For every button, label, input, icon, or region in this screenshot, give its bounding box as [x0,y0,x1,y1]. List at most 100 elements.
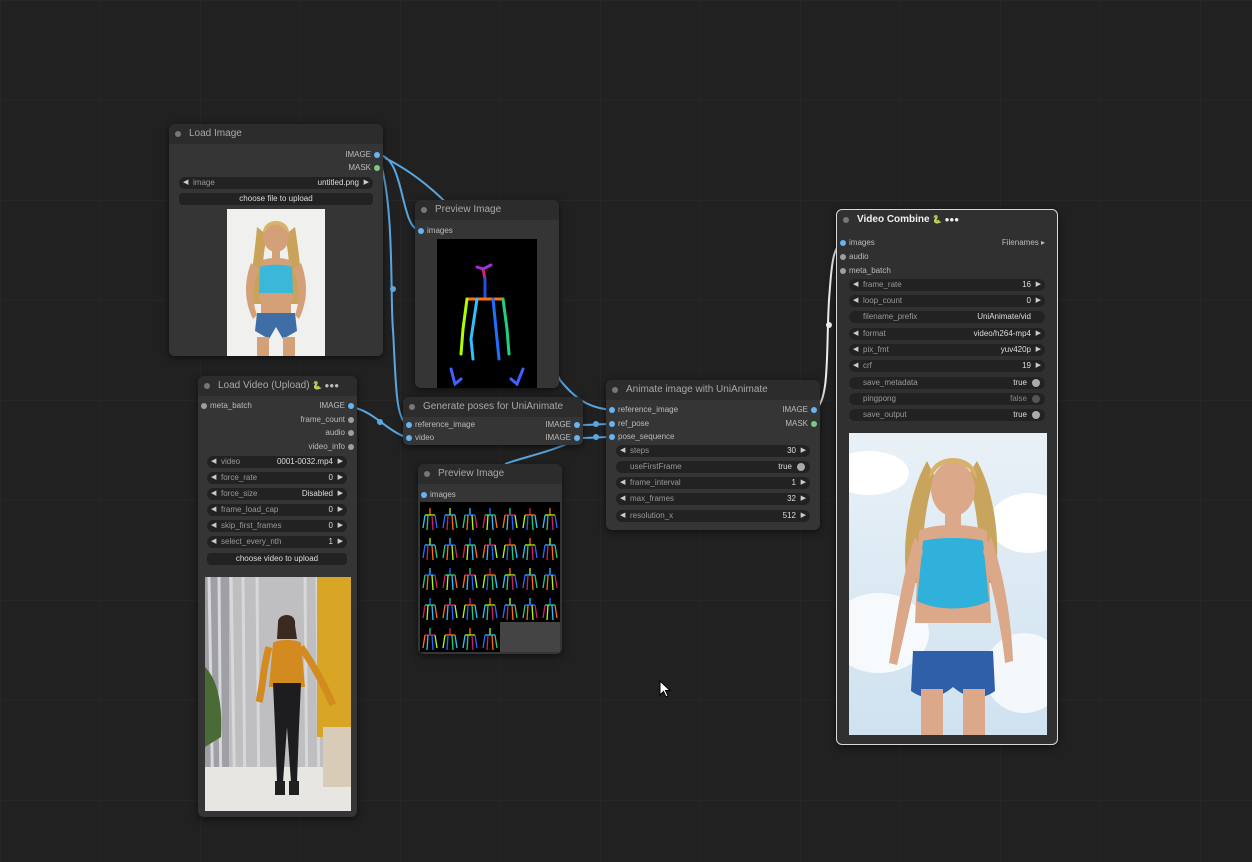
skip-first-frames-widget[interactable]: ◀ skip_first_frames 0 ▶ [207,520,347,532]
node-title[interactable]: Load Video (Upload) 🐍 ●●● [198,376,357,396]
input-meta-batch[interactable]: meta_batch [837,265,891,277]
input-images[interactable]: images [837,237,875,249]
collapse-dot[interactable] [421,207,427,213]
right-arrow-icon[interactable]: ▶ [801,493,806,505]
crf-widget[interactable]: ◀ crf 19 ▶ [849,360,1045,372]
left-arrow-icon[interactable]: ◀ [211,504,216,516]
input-pose-sequence[interactable]: pose_sequence [606,431,675,443]
upload-video-button[interactable]: choose video to upload [207,553,347,565]
input-images[interactable]: images [418,489,456,501]
right-arrow-icon[interactable]: ▶ [1036,328,1041,340]
output-socket[interactable] [374,165,380,171]
right-arrow-icon[interactable]: ▶ [1036,279,1041,291]
frame-interval-widget[interactable]: ◀ frame_interval 1 ▶ [616,477,810,489]
right-arrow-icon[interactable]: ▶ [1036,360,1041,372]
input-socket[interactable] [418,228,424,234]
save-output-toggle[interactable]: save_output true [849,409,1045,421]
collapse-dot[interactable] [843,217,849,223]
image-combo[interactable]: ◀ image untitled.png ▶ [179,177,373,189]
output-socket[interactable] [574,422,580,428]
input-socket[interactable] [609,434,615,440]
left-arrow-icon[interactable]: ◀ [211,488,216,500]
output-audio[interactable]: audio [325,427,357,439]
input-socket[interactable] [609,407,615,413]
pingpong-toggle[interactable]: pingpong false [849,393,1045,405]
output-filenames[interactable]: Filenames ▸ [1002,237,1057,249]
force-rate-widget[interactable]: ◀ force_rate 0 ▶ [207,472,347,484]
input-ref-pose[interactable]: ref_pose [606,418,649,430]
left-arrow-icon[interactable]: ◀ [211,536,216,548]
right-arrow-icon[interactable]: ▶ [338,456,343,468]
collapse-dot[interactable] [409,404,415,410]
animate-node[interactable]: Animate image with UniAnimate reference_… [606,380,820,530]
input-reference-image[interactable]: reference_image [403,419,475,431]
input-socket[interactable] [840,240,846,246]
node-title[interactable]: Preview Image [418,464,562,484]
node-title[interactable]: Animate image with UniAnimate [606,380,820,400]
output-socket[interactable] [348,403,354,409]
preview-image-node-pose[interactable]: Preview Image images [415,200,559,388]
loop-count-widget[interactable]: ◀ loop_count 0 ▶ [849,295,1045,307]
input-video[interactable]: video [403,432,434,444]
steps-widget[interactable]: ◀ steps 30 ▶ [616,445,810,457]
preview-image-node-sequence[interactable]: Preview Image images [418,464,562,654]
toggle-knob-icon[interactable] [797,463,805,471]
generate-poses-node[interactable]: Generate poses for UniAnimate reference_… [403,397,583,445]
format-combo[interactable]: ◀ format video/h264-mp4 ▶ [849,328,1045,340]
output-socket[interactable] [374,152,380,158]
input-reference-image[interactable]: reference_image [606,404,678,416]
right-arrow-icon[interactable]: ▶ [338,472,343,484]
collapse-dot[interactable] [612,387,618,393]
collapse-dot[interactable] [424,471,430,477]
collapse-dot[interactable] [204,383,210,389]
resolution-x-widget[interactable]: ◀ resolution_x 512 ▶ [616,510,810,522]
save-metadata-toggle[interactable]: save_metadata true [849,377,1045,389]
right-arrow-icon[interactable]: ▶ [1036,295,1041,307]
left-arrow-icon[interactable]: ◀ [853,279,858,291]
right-arrow-icon[interactable]: ▶ [801,477,806,489]
output-socket[interactable] [348,444,354,450]
select-every-nth-widget[interactable]: ◀ select_every_nth 1 ▶ [207,536,347,548]
right-arrow-icon[interactable]: ▶ [364,177,369,189]
frame-rate-widget[interactable]: ◀ frame_rate 16 ▶ [849,279,1045,291]
filename-prefix-field[interactable]: filename_prefix UniAnimate/vid [849,311,1045,323]
output-pose-image[interactable]: IMAGE [545,419,583,431]
collapse-dot[interactable] [175,131,181,137]
input-socket[interactable] [609,421,615,427]
left-arrow-icon[interactable]: ◀ [620,510,625,522]
input-socket[interactable] [406,435,412,441]
input-socket[interactable] [201,403,207,409]
input-socket[interactable] [421,492,427,498]
right-arrow-icon[interactable]: ▶ [801,510,806,522]
output-mask[interactable]: MASK [785,418,820,430]
input-images[interactable]: images [415,225,453,237]
force-size-widget[interactable]: ◀ force_size Disabled ▶ [207,488,347,500]
output-mask[interactable]: MASK [348,162,383,174]
node-title[interactable]: Generate poses for UniAnimate [403,397,583,417]
output-socket[interactable] [811,421,817,427]
left-arrow-icon[interactable]: ◀ [211,520,216,532]
output-socket[interactable] [574,435,580,441]
node-title[interactable]: Video Combine 🐍 ●●● [837,210,1057,230]
output-frame-count[interactable]: frame_count [301,414,357,426]
output-socket[interactable] [348,430,354,436]
input-socket[interactable] [406,422,412,428]
output-pose-sequence[interactable]: IMAGE [545,432,583,444]
output-image[interactable]: IMAGE [319,400,357,412]
left-arrow-icon[interactable]: ◀ [853,295,858,307]
max-frames-widget[interactable]: ◀ max_frames 32 ▶ [616,493,810,505]
right-arrow-icon[interactable]: ▶ [1036,344,1041,356]
input-socket[interactable] [840,254,846,260]
left-arrow-icon[interactable]: ◀ [853,360,858,372]
output-image[interactable]: IMAGE [345,149,383,161]
right-arrow-icon[interactable]: ▶ [338,536,343,548]
node-title[interactable]: Preview Image [415,200,559,220]
load-image-node[interactable]: Load Image IMAGE MASK ◀ image untitled.p… [169,124,383,356]
input-socket[interactable] [840,268,846,274]
toggle-knob-icon[interactable] [1032,411,1040,419]
use-first-frame-toggle[interactable]: useFirstFrame true [616,461,810,473]
left-arrow-icon[interactable]: ◀ [853,344,858,356]
frame-load-cap-widget[interactable]: ◀ frame_load_cap 0 ▶ [207,504,347,516]
left-arrow-icon[interactable]: ◀ [211,456,216,468]
input-meta-batch[interactable]: meta_batch [198,400,252,412]
